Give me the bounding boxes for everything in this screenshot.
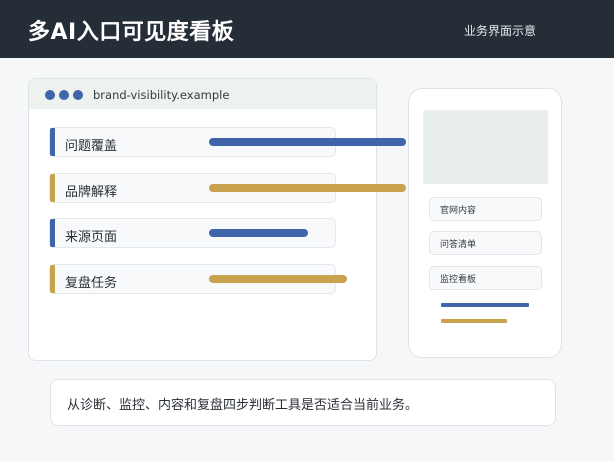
metric-bar bbox=[209, 229, 308, 237]
row-accent bbox=[50, 265, 55, 293]
metric-bar bbox=[209, 275, 347, 283]
caption-text: 从诊断、监控、内容和复盘四步判断工具是否适合当前业务。 bbox=[67, 398, 419, 413]
phone-bar-gold bbox=[441, 319, 507, 323]
window-dot-icon[interactable] bbox=[73, 90, 83, 100]
page-title: 多AI入口可见度看板 bbox=[28, 20, 235, 45]
page-header: 多AI入口可见度看板 业务界面示意 bbox=[0, 0, 614, 58]
address-bar-url[interactable]: brand-visibility.example bbox=[93, 88, 229, 102]
row-accent bbox=[50, 219, 55, 247]
metric-label: 来源页面 bbox=[65, 230, 118, 245]
row-accent bbox=[50, 174, 55, 202]
phone-item-label: 问答清单 bbox=[440, 240, 477, 250]
phone-item-monitor[interactable]: 监控看板 bbox=[429, 266, 542, 290]
phone-bar-blue bbox=[441, 303, 529, 307]
metric-label: 问题覆盖 bbox=[65, 139, 118, 154]
phone-mockup: 官网内容 问答清单 监控看板 bbox=[408, 88, 562, 358]
phone-item-website[interactable]: 官网内容 bbox=[429, 197, 542, 221]
metric-label: 复盘任务 bbox=[65, 276, 118, 291]
phone-item-qa[interactable]: 问答清单 bbox=[429, 231, 542, 255]
window-dot-icon[interactable] bbox=[59, 90, 69, 100]
caption-box: 从诊断、监控、内容和复盘四步判断工具是否适合当前业务。 bbox=[50, 379, 556, 426]
phone-item-label: 官网内容 bbox=[440, 206, 477, 216]
metric-label: 品牌解释 bbox=[65, 185, 118, 200]
browser-window: brand-visibility.example 问题覆盖 品牌解释 来源页面 … bbox=[28, 78, 377, 361]
phone-item-label: 监控看板 bbox=[440, 275, 477, 285]
page-subtitle: 业务界面示意 bbox=[463, 24, 536, 38]
row-accent bbox=[50, 128, 55, 156]
metric-bar bbox=[209, 138, 406, 146]
phone-hero-image bbox=[423, 110, 548, 184]
window-dot-icon[interactable] bbox=[45, 90, 55, 100]
browser-title-bar: brand-visibility.example bbox=[29, 79, 376, 109]
metric-bar bbox=[209, 184, 406, 192]
